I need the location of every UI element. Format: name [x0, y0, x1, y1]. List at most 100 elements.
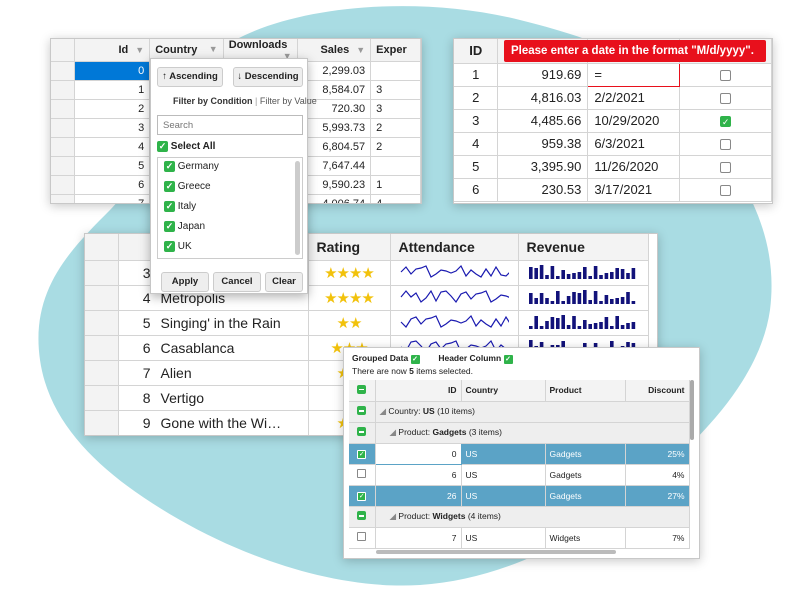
id-cell[interactable]: 6 [454, 178, 499, 202]
active-cell[interactable] [679, 155, 772, 179]
column-header-id[interactable]: ID [454, 39, 499, 64]
clear-button[interactable]: Clear [265, 272, 303, 292]
sort-descending-button[interactable]: ↓ Descending [233, 67, 303, 87]
id-cell[interactable]: 4 [74, 137, 151, 157]
horizontal-scrollbar[interactable] [376, 550, 616, 554]
product-cell[interactable]: Gadgets [545, 443, 626, 465]
amount-cell[interactable]: 4,485.66 [497, 109, 589, 133]
date-cell[interactable]: 10/29/2020 [587, 109, 681, 133]
date-cell[interactable]: 6/3/2021 [587, 132, 681, 156]
row-header[interactable] [51, 99, 76, 119]
value-checkbox[interactable]: ✓ [164, 201, 175, 212]
value-checkbox[interactable]: ✓ [164, 241, 175, 252]
filter-values-list[interactable]: ✓ Germany ✓ Greece ✓ Italy ✓ Japan ✓ UK [157, 157, 303, 259]
country-cell[interactable]: US [461, 443, 546, 465]
id-cell[interactable]: 6 [74, 175, 151, 195]
expenses-cell[interactable]: 4 [370, 194, 421, 203]
tab-filter-by-condition[interactable]: Filter by Condition [173, 96, 253, 106]
checkbox[interactable] [720, 185, 732, 197]
date-cell[interactable]: 3/17/2021 [587, 178, 681, 202]
column-header-country[interactable]: Country [461, 380, 546, 402]
group-select-cell[interactable] [349, 422, 376, 444]
row-header[interactable] [85, 385, 119, 411]
vertical-scrollbar[interactable] [690, 380, 694, 440]
row-checkbox[interactable] [357, 469, 367, 478]
filter-value-item[interactable]: ✓ Germany [158, 158, 302, 178]
row-select-cell[interactable]: ✓ [349, 485, 376, 507]
group-row-country[interactable]: ◢ Country: US (10 items) [349, 401, 690, 423]
collapse-triangle-icon[interactable]: ◢ [380, 406, 387, 416]
column-header-attendance[interactable]: Attendance [390, 234, 519, 261]
collapse-triangle-icon[interactable]: ◢ [390, 427, 397, 437]
column-header-discount[interactable]: Discount [625, 380, 690, 402]
amount-cell[interactable]: 4,816.03 [497, 86, 589, 110]
value-checkbox[interactable]: ✓ [164, 221, 175, 232]
discount-cell[interactable]: 7% [625, 527, 690, 549]
header-column-checkbox[interactable]: ✓ [503, 355, 513, 364]
table-row[interactable]: 7 US Widgets 7% [349, 527, 690, 549]
sales-cell[interactable]: 7,647.44 [297, 156, 372, 176]
row-checkbox[interactable]: ✓ [357, 492, 367, 501]
expenses-cell[interactable] [370, 156, 421, 176]
id-cell[interactable]: 5 [454, 155, 499, 179]
group-header[interactable]: ◢ Product: Widgets (4 items) [375, 506, 690, 528]
checkbox-checked[interactable]: ✓ [720, 116, 732, 128]
title-cell[interactable]: 7 Alien [118, 360, 309, 386]
active-cell[interactable] [679, 132, 772, 156]
rating-cell[interactable]: ★★ [308, 310, 391, 336]
filter-icon[interactable]: ▼ [209, 44, 218, 54]
group-row-product[interactable]: ◢ Product: Widgets (4 items) [349, 506, 690, 528]
country-cell[interactable]: US [461, 527, 546, 549]
table-row-selected[interactable]: ✓ 0 US Gadgets 25% [349, 442, 690, 465]
product-cell[interactable]: Widgets [545, 527, 626, 549]
row-header[interactable] [85, 410, 119, 435]
row-header[interactable] [51, 118, 76, 138]
filter-value-item[interactable]: ✓ Greece [158, 178, 302, 198]
sales-cell[interactable]: 9,590.23 [297, 175, 372, 195]
expenses-cell[interactable]: 2 [370, 118, 421, 138]
row-header[interactable] [85, 335, 119, 361]
active-cell[interactable] [679, 178, 772, 202]
column-header-rating[interactable]: Rating [308, 234, 391, 261]
filter-icon[interactable]: ▼ [135, 45, 144, 55]
group-select-cell[interactable] [349, 401, 376, 423]
id-cell[interactable]: 5 [74, 156, 151, 176]
cancel-button[interactable]: Cancel [213, 272, 261, 292]
sales-cell[interactable]: 2,299.03 [297, 61, 372, 81]
expenses-cell[interactable] [370, 61, 421, 81]
row-header[interactable] [51, 61, 76, 81]
table-row[interactable]: 6 US Gadgets 4% [349, 464, 690, 486]
id-cell[interactable]: 0 [374, 442, 462, 465]
checkbox[interactable] [720, 162, 732, 174]
group-select-cell[interactable] [349, 506, 376, 528]
value-checkbox[interactable]: ✓ [164, 181, 175, 192]
discount-cell[interactable]: 25% [625, 443, 690, 465]
filter-value-item[interactable]: ✓ Japan [158, 218, 302, 238]
amount-cell[interactable]: 919.69 [497, 63, 589, 87]
row-header[interactable] [85, 310, 119, 336]
id-cell[interactable]: 26 [375, 485, 462, 507]
select-all-header[interactable] [349, 380, 376, 402]
amount-cell[interactable]: 959.38 [497, 132, 589, 156]
value-checkbox[interactable]: ✓ [164, 161, 175, 172]
tab-filter-by-value[interactable]: Filter by Value [260, 96, 317, 106]
id-cell[interactable]: 7 [74, 194, 151, 203]
filter-search-input[interactable] [157, 115, 303, 135]
active-cell[interactable] [679, 86, 772, 110]
id-cell[interactable]: 7 [375, 527, 462, 549]
select-all-checkbox[interactable] [357, 384, 367, 394]
rating-cell[interactable]: ★★★★ [308, 285, 391, 311]
row-header[interactable] [85, 285, 119, 311]
rating-cell[interactable]: ★★★★ [308, 260, 391, 286]
select-all-checkbox[interactable]: ✓ [157, 141, 168, 152]
column-header-expenses[interactable]: Exper [370, 39, 421, 62]
id-cell[interactable]: 6 [375, 464, 462, 486]
expenses-cell[interactable]: 2 [370, 137, 421, 157]
discount-cell[interactable]: 27% [625, 485, 690, 507]
checkbox[interactable] [720, 139, 732, 151]
row-checkbox[interactable]: ✓ [357, 450, 367, 459]
row-select-cell[interactable]: ✓ [349, 443, 376, 465]
checkbox[interactable] [720, 70, 732, 82]
date-cell[interactable]: 11/26/2020 [587, 155, 681, 179]
checkbox[interactable] [720, 93, 732, 105]
